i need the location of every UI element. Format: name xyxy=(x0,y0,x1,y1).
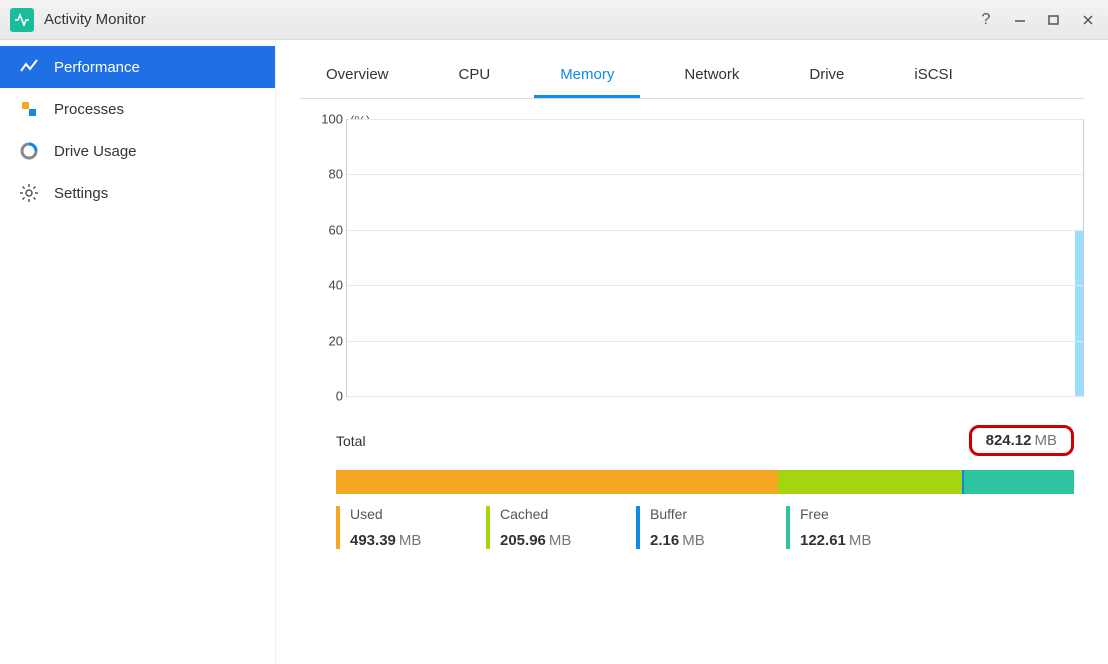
sidebar-item-processes[interactable]: Processes xyxy=(0,88,275,130)
tab-drive[interactable]: Drive xyxy=(783,56,870,98)
legend-value: 122.61MB xyxy=(800,532,936,549)
app-title: Activity Monitor xyxy=(44,11,976,28)
sidebar-item-label: Settings xyxy=(54,185,108,202)
sidebar-item-label: Processes xyxy=(54,101,124,118)
close-icon[interactable] xyxy=(1078,10,1098,30)
chart-y-tick: 60 xyxy=(315,222,343,237)
tab-network[interactable]: Network xyxy=(658,56,765,98)
chart-gridline xyxy=(347,285,1083,286)
content-panel: Overview CPU Memory Network Drive iSCSI … xyxy=(276,40,1108,664)
help-icon[interactable]: ? xyxy=(976,10,996,30)
legend-value: 493.39MB xyxy=(350,532,486,549)
chart-gridline xyxy=(347,119,1083,120)
chart-y-tick: 0 xyxy=(315,389,343,404)
window-controls: ? xyxy=(976,10,1098,30)
chart-gridline xyxy=(347,230,1083,231)
memory-usage-bar xyxy=(336,470,1074,494)
legend-item-buffer: Buffer 2.16MB xyxy=(636,506,786,549)
usage-segment-cached xyxy=(778,470,962,494)
chart-live-bar xyxy=(1075,230,1083,396)
gear-icon xyxy=(18,182,40,204)
tab-cpu[interactable]: CPU xyxy=(433,56,517,98)
legend-label: Used xyxy=(350,506,486,522)
chart-y-tick: 100 xyxy=(315,112,343,127)
chart-y-tick: 40 xyxy=(315,278,343,293)
legend-item-free: Free 122.61MB xyxy=(786,506,936,549)
sidebar-item-settings[interactable]: Settings xyxy=(0,172,275,214)
tab-iscsi[interactable]: iSCSI xyxy=(888,56,978,98)
memory-total-unit: MB xyxy=(1035,432,1058,449)
legend-value: 205.96MB xyxy=(500,532,636,549)
memory-legend: Used493.39MBCached205.96MBBuffer2.16MBFr… xyxy=(336,506,1074,549)
tabs: Overview CPU Memory Network Drive iSCSI xyxy=(300,56,1084,99)
processes-icon xyxy=(18,98,40,120)
sidebar-item-label: Drive Usage xyxy=(54,143,137,160)
tab-overview[interactable]: Overview xyxy=(300,56,415,98)
sidebar: Performance Processes Drive Usage Settin… xyxy=(0,40,276,664)
chart-y-tick: 20 xyxy=(315,333,343,348)
chart-y-tick: 80 xyxy=(315,167,343,182)
legend-item-used: Used 493.39MB xyxy=(336,506,486,549)
legend-label: Buffer xyxy=(650,506,786,522)
chart-gridline xyxy=(347,396,1083,397)
chart-gridline xyxy=(347,174,1083,175)
chart-gridline xyxy=(347,341,1083,342)
memory-total-label: Total xyxy=(336,433,969,449)
app-icon xyxy=(10,8,34,32)
tab-memory[interactable]: Memory xyxy=(534,56,640,98)
minimize-icon[interactable] xyxy=(1010,10,1030,30)
sidebar-item-performance[interactable]: Performance xyxy=(0,46,275,88)
legend-value: 2.16MB xyxy=(650,532,786,549)
sidebar-item-label: Performance xyxy=(54,59,140,76)
memory-total-value: 824.12 xyxy=(986,432,1032,449)
titlebar: Activity Monitor ? xyxy=(0,0,1108,40)
usage-segment-free xyxy=(964,470,1074,494)
chart-plot: 020406080100 xyxy=(346,119,1084,397)
drive-usage-icon xyxy=(18,140,40,162)
usage-segment-used xyxy=(336,470,778,494)
sidebar-item-drive-usage[interactable]: Drive Usage xyxy=(0,130,275,172)
performance-icon xyxy=(18,56,40,78)
memory-chart: (%) 020406080100 xyxy=(310,119,1084,397)
maximize-icon[interactable] xyxy=(1044,10,1064,30)
legend-label: Cached xyxy=(500,506,636,522)
legend-label: Free xyxy=(800,506,936,522)
memory-total-value-highlight: 824.12MB xyxy=(969,425,1074,456)
memory-total-row: Total 824.12MB xyxy=(336,425,1074,456)
legend-item-cached: Cached 205.96MB xyxy=(486,506,636,549)
